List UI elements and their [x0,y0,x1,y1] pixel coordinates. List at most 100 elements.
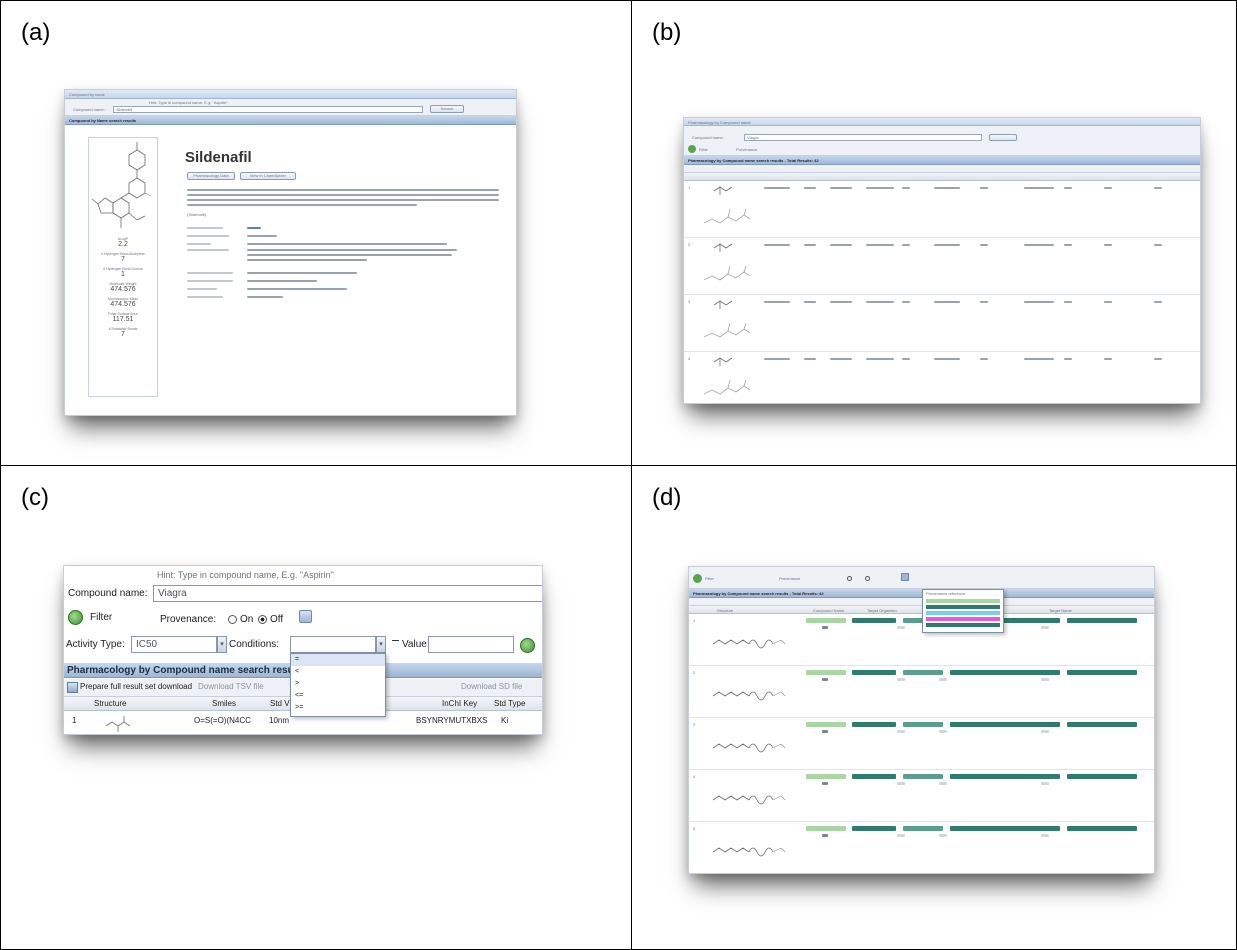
filter-icon[interactable] [688,145,696,153]
download-sd-button[interactable]: Download SD file [461,682,522,691]
conditions-select[interactable] [290,636,376,653]
search-panel-title: Compound by name [69,92,106,97]
table-row[interactable]: 2 [689,666,1154,718]
row-std-type: Ki [501,716,509,725]
column-target-organism[interactable]: Target Organism [867,608,897,613]
provenance-value-tag[interactable] [806,774,846,779]
provenance-info-icon[interactable] [299,610,312,623]
column-std-value[interactable]: Std V [270,699,290,708]
provenance-value-tag[interactable] [1067,774,1137,779]
provenance-value-tag[interactable] [806,618,846,623]
provenance-value-tag[interactable] [852,722,896,727]
activity-type-dropdown-arrow-icon[interactable]: ▾ [217,636,227,653]
row-structure-image [703,300,751,338]
property-value: 2.2 [118,241,128,248]
compound-name-input[interactable]: Sildenafil [113,106,423,113]
provenance-label: Provenance: [160,614,217,625]
property-item: # Hydrogen Bond Donors 1 [89,267,157,278]
view-in-chemspider-button[interactable]: View in ChemSpider [240,172,296,180]
provenance-sub-marker [1041,730,1049,733]
provenance-value-tag[interactable] [806,826,846,831]
provenance-info-icon[interactable] [901,573,909,581]
provenance-sub-marker [822,730,828,733]
row-structure-image [105,716,131,732]
results-toolbar [684,165,1200,173]
table-row[interactable]: 2 [684,238,1200,295]
provenance-value-tag[interactable] [852,774,896,779]
table-row[interactable]: 1 [684,181,1200,238]
provenance-value-tag[interactable] [903,670,943,675]
pharmacology-data-button[interactable]: Pharmacology Data [187,172,235,180]
conditions-option[interactable]: = [291,654,385,666]
provenance-value-tag[interactable] [1067,618,1137,623]
column-smiles[interactable]: Smiles [212,699,236,708]
provenance-value-tag[interactable] [806,670,846,675]
search-button[interactable]: Search [430,105,464,113]
table-row[interactable]: 3 [689,718,1154,770]
panel-b: (b) Pharmacology by Compound name Compou… [631,0,1237,466]
filter-icon[interactable] [693,574,702,583]
conditions-option[interactable]: < [291,666,385,678]
column-std-type[interactable]: Std Type [494,699,525,708]
provenance-sub-marker [939,678,947,681]
results-column-headers [684,173,1200,181]
column-structure[interactable]: Structure [94,699,126,708]
table-row[interactable]: 4 [684,352,1200,403]
provenance-off-radio[interactable] [865,576,870,581]
provenance-value-tag[interactable] [903,722,943,727]
activity-type-label: Activity Type: [66,639,125,650]
provenance-value-tag[interactable] [852,670,896,675]
property-item: # Rotatable Bonds 7 [89,327,157,338]
table-row[interactable]: 4 [689,770,1154,822]
column-structure[interactable]: Structure [717,608,733,613]
filter-icon[interactable] [68,610,83,625]
provenance-value-tag[interactable] [1067,670,1137,675]
prepare-download-button[interactable]: Prepare full result set download [80,682,192,691]
results-table-body: 1 2 3 4 [684,181,1200,403]
provenance-value-tag[interactable] [852,826,896,831]
table-row[interactable]: 5 [689,822,1154,873]
provenance-value-tag[interactable] [950,826,1060,831]
search-button[interactable] [989,134,1017,141]
activity-type-select[interactable]: IC50 [131,636,217,653]
provenance-sub-marker [939,782,947,785]
provenance-off-radio[interactable] [258,615,267,624]
download-tsv-button[interactable]: Download TSV file [198,682,264,691]
row-structure-image [712,795,786,805]
row-index: 2 [693,670,696,675]
provenance-value-tag[interactable] [903,774,943,779]
provenance-on-radio[interactable] [847,576,852,581]
provenance-value-tag[interactable] [950,670,1060,675]
provenance-sub-marker [1041,626,1049,629]
compound-name-input[interactable]: Viagra [744,134,982,141]
row-structure-image [712,639,786,649]
provenance-value-tag[interactable] [852,618,896,623]
conditions-option[interactable]: <= [291,690,385,702]
compound-title: Sildenafil [185,149,252,166]
search-hint: Hint: Type in compound name, E.g. "Aspir… [149,100,228,105]
provenance-value-tag[interactable] [1067,722,1137,727]
table-row[interactable]: 3 [684,295,1200,352]
conditions-option[interactable]: > [291,678,385,690]
provenance-value-tag[interactable] [950,774,1060,779]
row-index: 1 [688,185,691,190]
conditions-dropdown-arrow-icon[interactable]: ▾ [376,636,386,653]
apply-filter-button[interactable] [520,638,535,653]
search-form: Compound name: Viagra Filter Provenance [684,126,1200,156]
conditions-dropdown-list[interactable]: = < > <= >= [290,653,386,717]
legend-swatch-teal [926,605,1000,609]
column-compound-name[interactable]: Compound Name [813,608,844,613]
column-target-name[interactable]: Target Name [1049,608,1072,613]
provenance-on-radio[interactable] [228,615,237,624]
provenance-value-tag[interactable] [903,826,943,831]
column-inchi-key[interactable]: InChI Key [442,699,477,708]
provenance-value-tag[interactable] [950,722,1060,727]
value-input[interactable] [428,636,514,653]
provenance-value-tag[interactable] [806,722,846,727]
provenance-value-tag[interactable] [1067,826,1137,831]
conditions-option[interactable]: >= [291,702,385,714]
row-index: 1 [72,716,77,725]
provenance-sub-marker [897,626,905,629]
compound-name-input[interactable]: Viagra [153,585,542,602]
panel-label-c: (c) [21,484,49,511]
